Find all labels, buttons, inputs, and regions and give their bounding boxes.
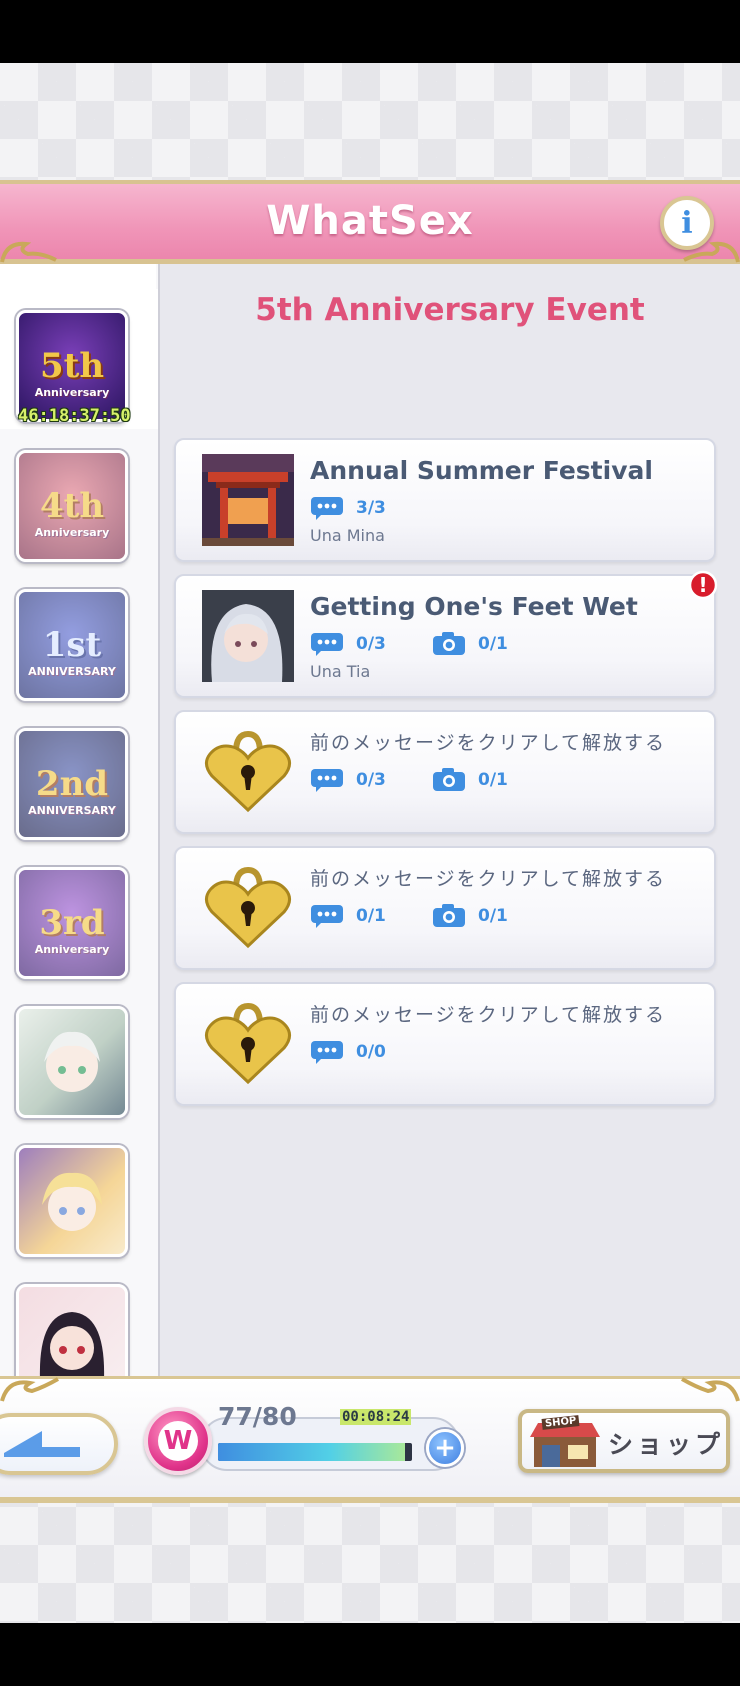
sidebar-item-label: 5th — [39, 346, 105, 386]
sidebar-item-sublabel: Anniversary — [34, 386, 110, 399]
chat-bubble-icon — [311, 905, 343, 928]
bottom-bar: W 77/80 00:08:24 + SHOP ショップ — [0, 1376, 740, 1503]
unlock-note: 前のメッセージをクリアして解放する — [310, 868, 667, 890]
photo-count: 0/1 — [478, 770, 508, 790]
card-title: Getting One's Feet Wet — [310, 592, 638, 621]
character-portrait-icon — [42, 1172, 102, 1231]
back-arrow-icon — [4, 1431, 80, 1457]
heart-lock-icon — [205, 730, 291, 813]
app-title: WhatSex — [266, 198, 474, 244]
sidebar-item-character-blonde[interactable] — [16, 1145, 128, 1257]
character-name: Una Tia — [310, 662, 371, 681]
alert-badge-label: ! — [698, 573, 708, 597]
card-thumbnail — [202, 726, 294, 818]
message-card[interactable]: Annual Summer Festival 3/3 Una Mina — [174, 438, 716, 562]
card-stats: 3/3 — [310, 494, 408, 522]
character-name: Una Mina — [310, 526, 385, 545]
game-screen: WhatSex i 5th Anniversary 46:18:37:50 4t… — [0, 63, 740, 1623]
heart-lock-icon — [205, 866, 291, 949]
message-count: 0/3 — [356, 634, 386, 654]
event-timer: 46:18:37:50 — [18, 406, 131, 426]
sidebar-item-sublabel: Anniversary — [34, 526, 110, 539]
event-title: 5th Anniversary Event — [255, 292, 645, 328]
unlock-note: 前のメッセージをクリアして解放する — [310, 732, 667, 754]
stamina-recovery-timer: 00:08:24 — [340, 1409, 412, 1425]
message-card[interactable]: Getting One's Feet Wet 0/3 0/1 Una Tia ! — [174, 570, 718, 698]
message-count: 0/1 — [356, 906, 386, 926]
character-portrait-icon — [44, 1031, 100, 1092]
message-count: 3/3 — [356, 498, 386, 518]
unlock-note: 前のメッセージをクリアして解放する — [310, 1004, 667, 1026]
sidebar-item-character-dark-hair[interactable] — [16, 1284, 128, 1376]
title-bar: WhatSex i — [0, 180, 740, 264]
sidebar-item-3rd-anniversary[interactable]: 3rd Anniversary — [16, 867, 128, 979]
chat-bubble-icon — [311, 497, 343, 520]
message-count: 0/3 — [356, 770, 386, 790]
badge-letter: W — [158, 1421, 198, 1461]
chat-bubble-icon — [311, 1041, 343, 1064]
locked-message-card[interactable]: 前のメッセージをクリアして解放する 0/3 0/1 — [174, 710, 716, 834]
card-stats: 0/0 — [310, 1038, 408, 1066]
sidebar-item-character-green[interactable] — [16, 1006, 128, 1118]
card-thumbnail — [202, 454, 294, 546]
sidebar-item-label: 1st — [42, 625, 102, 665]
card-title: Annual Summer Festival — [310, 456, 653, 485]
camera-icon — [433, 632, 465, 655]
heart-lock-icon — [205, 1002, 291, 1085]
sidebar-item-sublabel: ANNIVERSARY — [28, 665, 116, 678]
sidebar-item-label: 2nd — [35, 764, 109, 804]
event-sidebar: 5th Anniversary 46:18:37:50 4th Annivers… — [0, 264, 160, 1376]
locked-message-card[interactable]: 前のメッセージをクリアして解放する 0/0 — [174, 982, 716, 1106]
stamina-meter: W 77/80 00:08:24 + — [144, 1402, 468, 1479]
stamina-badge-icon: W — [144, 1407, 212, 1475]
shop-label: ショップ — [608, 1430, 725, 1459]
event-panel: 5th Anniversary 46:18:37:50 4th Annivers… — [0, 264, 740, 1376]
sidebar-item-label: 4th — [39, 486, 105, 526]
left-corner-ornament — [0, 1377, 59, 1402]
camera-icon — [433, 904, 465, 927]
right-corner-ornament — [681, 1377, 740, 1402]
photo-count: 0/1 — [478, 906, 508, 926]
festival-shrine-icon — [202, 454, 294, 546]
character-portrait-icon — [39, 1312, 105, 1376]
back-button[interactable] — [0, 1413, 118, 1475]
right-corner-ornament — [683, 241, 740, 263]
camera-icon — [433, 768, 465, 791]
shop-button[interactable]: SHOP ショップ — [518, 1409, 730, 1473]
add-stamina-button[interactable]: + — [426, 1429, 464, 1467]
stamina-value: 77/80 — [218, 1402, 297, 1431]
card-stats: 0/3 0/1 — [310, 766, 530, 794]
card-stats: 0/1 0/1 — [310, 902, 530, 930]
locked-message-card[interactable]: 前のメッセージをクリアして解放する 0/1 0/1 — [174, 846, 716, 970]
card-stats: 0/3 0/1 — [310, 630, 530, 658]
sidebar-item-sublabel: Anniversary — [34, 943, 110, 956]
card-thumbnail — [202, 590, 294, 682]
character-portrait-icon — [202, 590, 294, 682]
card-thumbnail — [202, 862, 294, 954]
message-count: 0/0 — [356, 1042, 386, 1062]
sidebar-item-1st-anniversary[interactable]: 1st ANNIVERSARY — [16, 589, 128, 701]
card-thumbnail — [202, 998, 294, 1090]
stamina-bar-fill — [218, 1443, 405, 1461]
chat-bubble-icon — [311, 633, 343, 656]
sidebar-item-4th-anniversary[interactable]: 4th Anniversary — [16, 450, 128, 562]
sidebar-item-sublabel: ANNIVERSARY — [28, 804, 116, 817]
sidebar-top-bar — [0, 264, 156, 291]
photo-count: 0/1 — [478, 634, 508, 654]
stamina-bar — [218, 1443, 412, 1461]
sidebar-item-label: 3rd — [39, 903, 105, 943]
chat-bubble-icon — [311, 769, 343, 792]
sidebar-item-2nd-anniversary[interactable]: 2nd ANNIVERSARY — [16, 728, 128, 840]
